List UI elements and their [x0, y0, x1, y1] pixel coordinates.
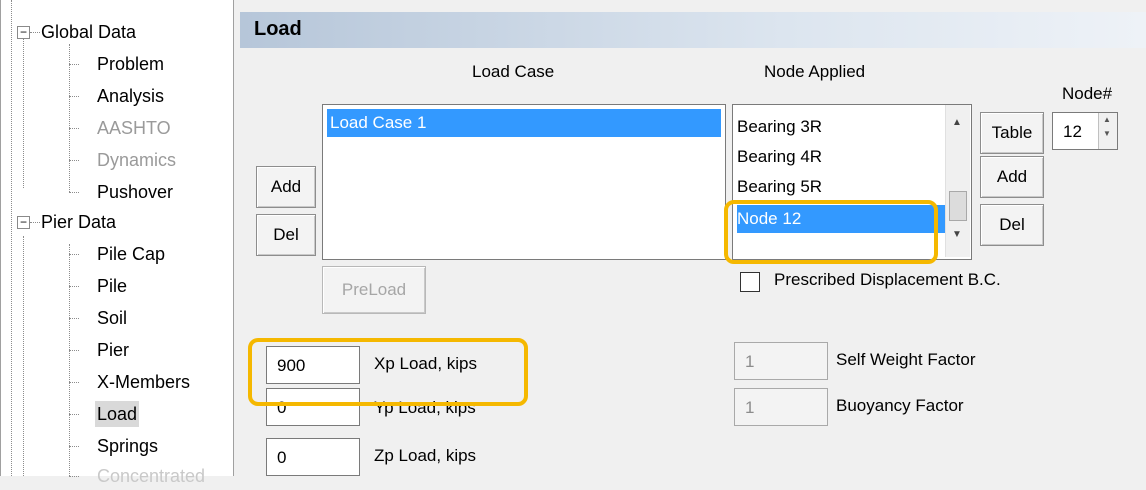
scroll-down-icon[interactable]: ▼ [952, 229, 962, 240]
load-case-list[interactable]: Load Case 1 [322, 104, 726, 260]
tree-label: Concentrated [97, 466, 206, 486]
list-item[interactable]: Bearing 3R [737, 113, 822, 141]
tree-label: Dynamics [97, 150, 177, 170]
node-del-button[interactable]: Del [980, 204, 1044, 246]
load-case-add-button[interactable]: Add [256, 166, 316, 208]
node-applied-header: Node Applied [764, 62, 866, 81]
self-weight-factor-label: Self Weight Factor [836, 350, 976, 369]
zp-load-input[interactable]: 0 [266, 438, 360, 476]
collapse-icon[interactable]: − [17, 216, 30, 229]
tree-label: Global Data [41, 22, 137, 42]
collapse-icon[interactable]: − [17, 26, 30, 39]
list-item[interactable]: Load Case 1 [327, 109, 721, 137]
tree-label: X-Members [97, 372, 191, 392]
tree-label: Soil [97, 308, 128, 328]
spin-down-icon[interactable]: ▼ [1103, 115, 1111, 153]
tree-label-selected: Load [95, 401, 140, 427]
tree-branch-line [23, 236, 24, 476]
scroll-thumb[interactable] [949, 191, 967, 221]
tree-root-line [11, 0, 12, 476]
tree-label: Problem [97, 54, 165, 74]
tree-branch-line [69, 44, 70, 192]
self-weight-factor-input[interactable]: 1 [734, 342, 828, 380]
tree-label: Pile Cap [97, 244, 166, 264]
navigation-tree: − Global Data Problem Analysis AASHTO Dy… [0, 0, 234, 486]
tree-label: Pier [97, 340, 130, 360]
scrollbar[interactable]: ▲ ▼ [945, 105, 970, 257]
tree-label: AASHTO [97, 118, 171, 138]
tree-label: Pile [97, 276, 128, 296]
tree-label: Analysis [97, 86, 165, 106]
node-number-value: 12 [1063, 122, 1082, 141]
zp-load-label: Zp Load, kips [374, 446, 477, 465]
node-add-button[interactable]: Add [980, 156, 1044, 198]
buoyancy-factor-input[interactable]: 1 [734, 388, 828, 426]
node-table-button[interactable]: Table [980, 112, 1044, 154]
node-number-spinner[interactable]: 12 ▲ ▼ [1052, 112, 1118, 150]
preload-button[interactable]: PreLoad [322, 266, 426, 314]
list-item[interactable]: Bearing 4R [737, 143, 822, 171]
panel-title: Load [254, 18, 302, 40]
node-highlight-annotation [724, 200, 938, 264]
load-case-header: Load Case [472, 62, 555, 81]
load-case-del-button[interactable]: Del [256, 214, 316, 256]
buoyancy-factor-label: Buoyancy Factor [836, 396, 964, 415]
tree-label: Pier Data [41, 212, 117, 232]
prescribed-displacement-label: Prescribed Displacement B.C. [774, 270, 1001, 289]
panel-title-bar: Load [240, 12, 1146, 48]
spinner-buttons[interactable]: ▲ ▼ [1098, 113, 1117, 149]
tree-label: Springs [97, 436, 159, 456]
prescribed-displacement-checkbox[interactable] [740, 272, 760, 292]
tree-branch-line [69, 244, 70, 476]
tree-branch-line [23, 38, 24, 188]
tree-label: Pushover [97, 182, 174, 202]
list-item[interactable]: Bearing 5R [737, 173, 822, 201]
xp-load-highlight-annotation [248, 338, 528, 406]
scroll-up-icon[interactable]: ▲ [952, 117, 962, 128]
